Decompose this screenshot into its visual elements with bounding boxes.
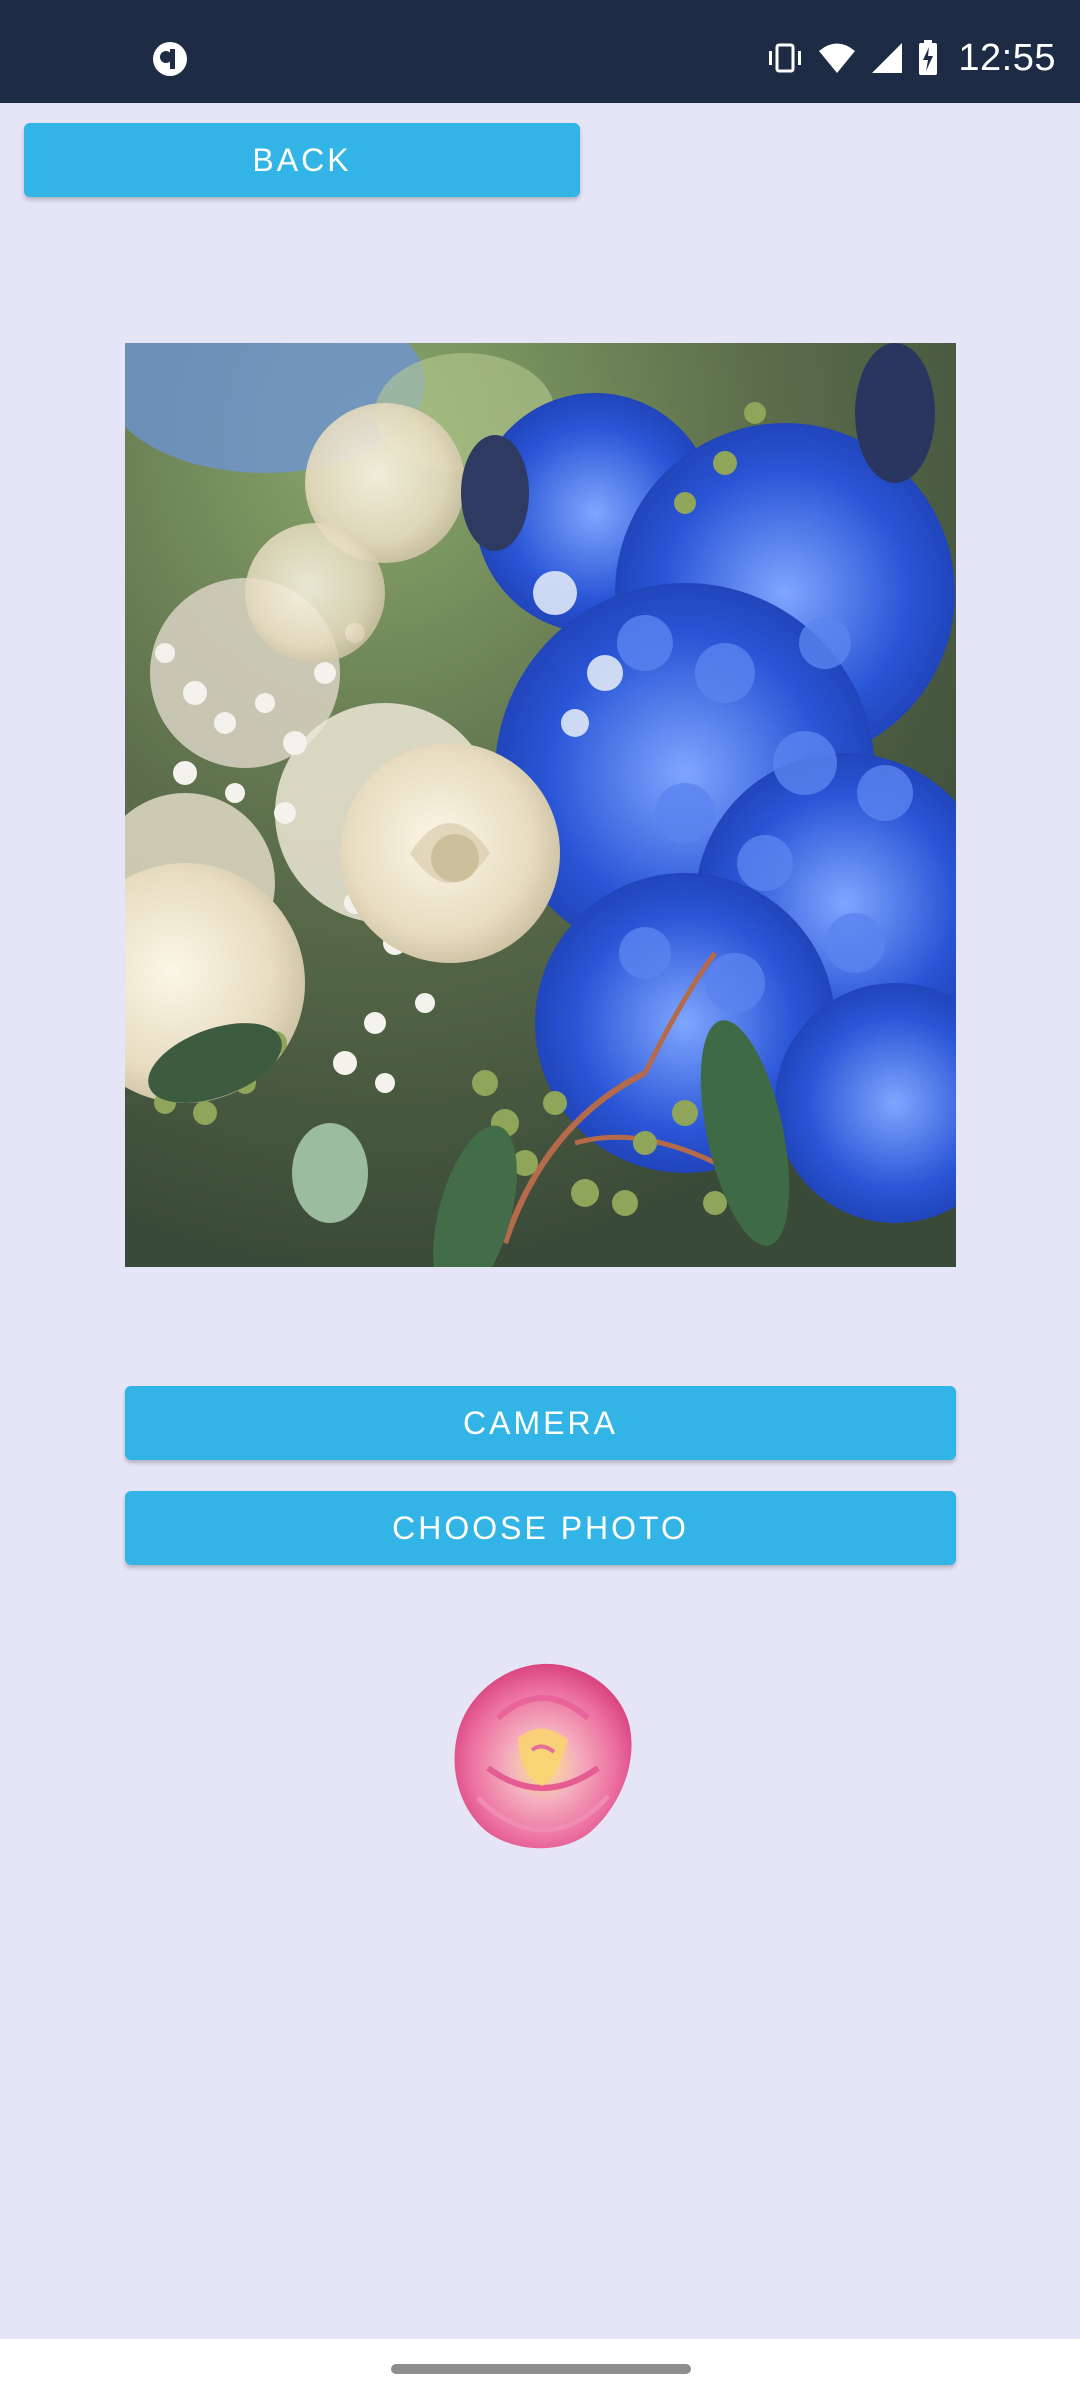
battery-charging-icon bbox=[919, 40, 938, 75]
status-bar: 12:55 bbox=[0, 0, 1080, 103]
wifi-icon bbox=[819, 43, 856, 73]
pink-rose-image bbox=[448, 1658, 636, 1852]
pocket-app-icon bbox=[153, 42, 187, 76]
clock-time: 12:55 bbox=[958, 36, 1056, 79]
choose-photo-button[interactable]: CHOOSE PHOTO bbox=[125, 1491, 956, 1565]
status-icons: 12:55 bbox=[766, 30, 1056, 86]
signal-icon bbox=[872, 43, 903, 73]
camera-button[interactable]: CAMERA bbox=[125, 1386, 956, 1460]
home-gesture-handle[interactable] bbox=[391, 2364, 691, 2374]
back-button[interactable]: BACK bbox=[24, 123, 580, 197]
vibrate-icon bbox=[769, 43, 802, 73]
flower-bouquet-photo bbox=[125, 343, 956, 1267]
